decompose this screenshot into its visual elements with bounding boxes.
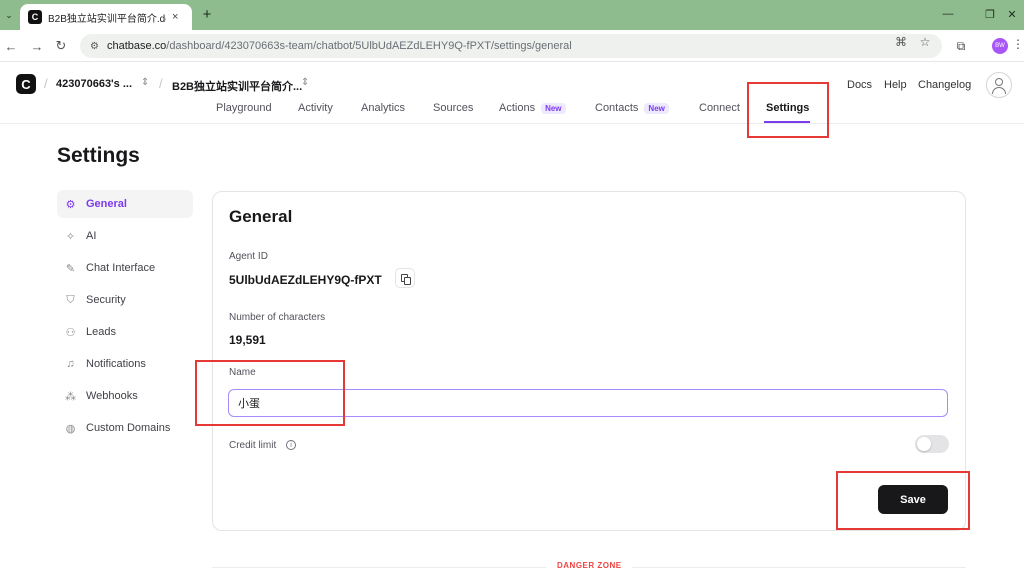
users-icon: ⚇ xyxy=(65,326,76,339)
extensions-icon[interactable]: ⧉ xyxy=(952,37,970,55)
docs-link[interactable]: Docs xyxy=(847,79,872,91)
card-title: General xyxy=(229,207,293,226)
new-tab-button[interactable]: + xyxy=(198,5,216,23)
sidebar-item-security[interactable]: ⛉ Security xyxy=(57,286,193,314)
bell-icon: ♫ xyxy=(66,358,75,370)
chevron-updown-icon[interactable]: ⇕ xyxy=(301,77,309,88)
sidebar-item-label: General xyxy=(86,198,127,210)
tab-analytics[interactable]: Analytics xyxy=(361,102,405,114)
sidebar-item-label: Custom Domains xyxy=(86,422,171,434)
address-bar[interactable]: ⚙ chatbase.co/dashboard/423070663s-team/… xyxy=(80,34,942,58)
credit-limit-label: Credit limit xyxy=(229,440,277,451)
agent-switcher[interactable]: B2B独立站实训平台简介... xyxy=(172,78,302,94)
divider xyxy=(632,567,966,568)
credit-limit-toggle[interactable] xyxy=(915,435,949,453)
tab-settings[interactable]: Settings xyxy=(766,102,809,114)
danger-zone-label: DANGER ZONE xyxy=(557,561,622,570)
back-arrow-icon[interactable]: ← xyxy=(2,37,20,55)
globe-icon: ◍ xyxy=(65,422,76,435)
tab-actions[interactable]: Actions New xyxy=(499,102,566,114)
minimize-icon[interactable]: — xyxy=(938,5,958,23)
save-button[interactable]: Save xyxy=(878,485,948,514)
sidebar-item-chat-interface[interactable]: ✎ Chat Interface xyxy=(57,254,193,282)
gear-icon: ⚙ xyxy=(65,198,76,211)
browser-tab[interactable]: C B2B独立站实训平台简介.docx × xyxy=(20,4,192,30)
name-label: Name xyxy=(229,367,256,378)
toggle-knob xyxy=(917,437,931,451)
sidebar-item-leads[interactable]: ⚇ Leads xyxy=(57,318,193,346)
site-info-icon[interactable]: ⚙ xyxy=(90,41,99,52)
sidebar-item-custom-domains[interactable]: ◍ Custom Domains xyxy=(57,414,193,442)
sidebar-item-ai[interactable]: ✧ AI xyxy=(57,222,193,250)
name-input[interactable] xyxy=(228,389,948,417)
sidebar-item-label: Notifications xyxy=(86,358,146,370)
tab-close-icon[interactable]: × xyxy=(172,11,178,23)
new-badge: New xyxy=(644,102,669,114)
breadcrumb-separator: / xyxy=(159,76,163,91)
divider xyxy=(212,567,546,568)
info-icon[interactable]: i xyxy=(286,440,296,450)
changelog-link[interactable]: Changelog xyxy=(918,79,971,91)
tab-activity[interactable]: Activity xyxy=(298,102,333,114)
browser-profile-avatar[interactable]: BW xyxy=(992,38,1008,54)
tab-playground[interactable]: Playground xyxy=(216,102,272,114)
sidebar-item-label: Webhooks xyxy=(86,390,138,402)
agent-id-value: 5UlbUdAEZdLEHY9Q-fPXT xyxy=(229,273,382,287)
bookmark-star-icon[interactable]: ☆ xyxy=(916,33,934,51)
webhook-icon: ⁂ xyxy=(65,390,76,403)
translate-icon[interactable]: ⌘ xyxy=(892,33,910,51)
tab-contacts[interactable]: Contacts New xyxy=(595,102,669,114)
restore-icon[interactable]: ❐ xyxy=(980,5,1000,23)
active-tab-indicator xyxy=(764,121,810,123)
browser-toolbar: ← → ↻ ⚙ chatbase.co/dashboard/423070663s… xyxy=(0,30,1024,62)
tab-sources[interactable]: Sources xyxy=(433,102,473,114)
reload-icon[interactable]: ↻ xyxy=(52,37,70,55)
brush-icon: ✎ xyxy=(65,262,76,275)
app-header: C / 423070663's ... ⇕ / B2B独立站实训平台简介... … xyxy=(0,62,1024,124)
shield-icon: ⛉ xyxy=(66,293,75,306)
agent-id-label: Agent ID xyxy=(229,251,268,262)
tab-favicon-icon: C xyxy=(28,10,42,24)
url-path: /dashboard/423070663s-team/chatbot/5UlbU… xyxy=(166,40,572,52)
sidebar-item-label: AI xyxy=(86,230,97,242)
help-link[interactable]: Help xyxy=(884,79,907,91)
workspace-switcher[interactable]: 423070663's ... xyxy=(56,78,132,90)
browser-menu-icon[interactable]: ⋮ xyxy=(1012,37,1024,51)
close-window-icon[interactable]: ✕ xyxy=(1002,5,1022,23)
url-host: chatbase.co xyxy=(106,40,167,52)
breadcrumb-separator: / xyxy=(44,76,48,91)
forward-arrow-icon[interactable]: → xyxy=(28,37,46,55)
characters-value: 19,591 xyxy=(229,333,266,347)
new-badge: New xyxy=(541,102,566,114)
copy-agent-id-button[interactable] xyxy=(395,268,415,288)
sidebar-item-general[interactable]: ⚙ General xyxy=(57,190,193,218)
tab-search-icon[interactable]: ⌄ xyxy=(2,6,16,24)
tab-connect[interactable]: Connect xyxy=(699,102,740,114)
chatbase-logo[interactable]: C xyxy=(16,74,36,94)
user-avatar[interactable] xyxy=(986,72,1012,98)
characters-label: Number of characters xyxy=(229,312,326,323)
user-icon xyxy=(995,78,1003,86)
sidebar-item-label: Chat Interface xyxy=(86,262,156,274)
sparkles-icon: ✧ xyxy=(65,230,76,243)
page-title: Settings xyxy=(57,144,140,167)
general-settings-card xyxy=(212,191,966,531)
sidebar-item-webhooks[interactable]: ⁂ Webhooks xyxy=(57,382,193,410)
chevron-updown-icon[interactable]: ⇕ xyxy=(141,77,149,88)
browser-tabstrip: ⌄ C B2B独立站实训平台简介.docx × + — ❐ ✕ xyxy=(0,0,1024,30)
tab-title: B2B独立站实训平台简介.docx xyxy=(48,13,166,25)
sidebar-item-label: Security xyxy=(86,294,126,306)
sidebar-item-label: Leads xyxy=(86,326,116,338)
sidebar-item-notifications[interactable]: ♫ Notifications xyxy=(57,350,193,378)
